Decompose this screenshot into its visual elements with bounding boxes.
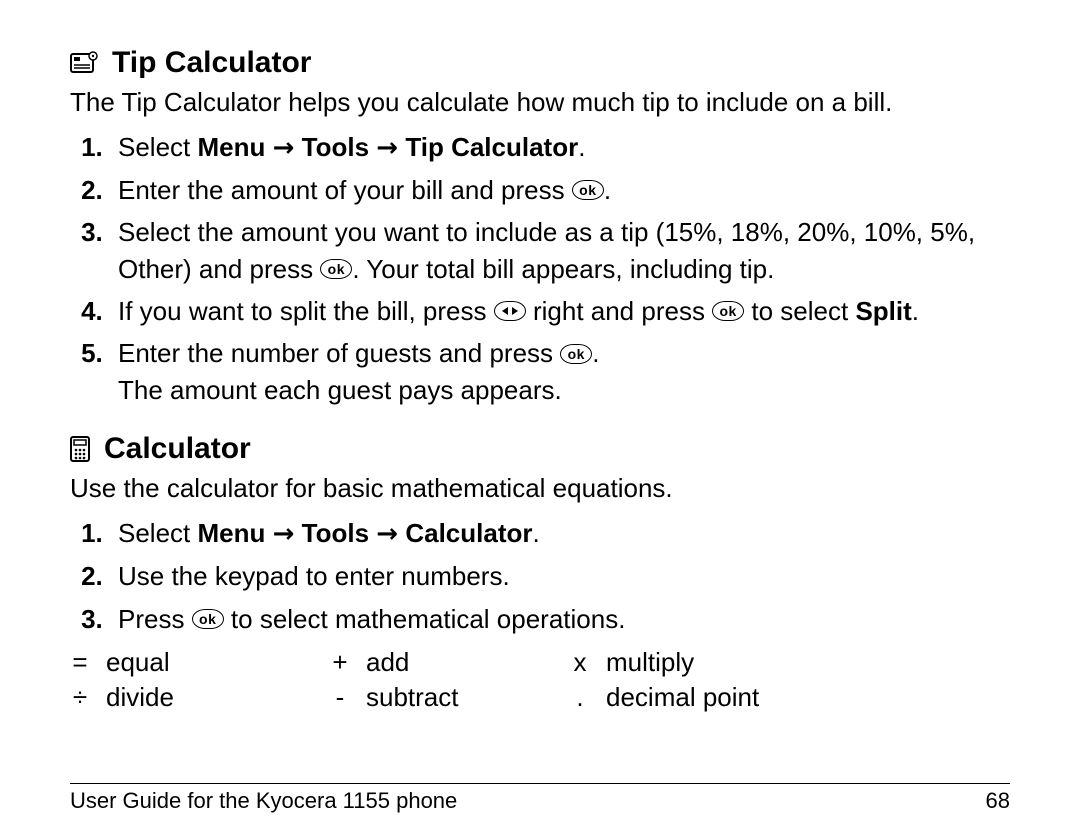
calc-step-3: Press ok to select mathematical operatio… [110,601,1010,637]
tip-calculator-heading: Tip Calculator [70,46,1010,80]
ok-button-icon: ok [192,609,224,629]
tip-step-3: Select the amount you want to include as… [110,214,1010,287]
op-decimal: .decimal point [570,682,759,713]
page-footer: User Guide for the Kyocera 1155 phone 68 [70,783,1010,814]
tip-calculator-title: Tip Calculator [112,46,311,80]
op-add: +add [330,647,570,678]
ok-button-icon: ok [560,344,592,364]
calculator-intro: Use the calculator for basic mathematica… [70,472,1010,505]
calculator-steps: Select Menu → Tools → Calculator. Use th… [70,515,1010,637]
op-divide: ÷divide [70,682,330,713]
calculator-icon [70,436,90,462]
calc-step-1: Select Menu → Tools → Calculator. [110,515,1010,552]
op-equal: =equal [70,647,330,678]
calc-step-2: Use the keypad to enter numbers. [110,558,1010,594]
calculator-title: Calculator [104,432,251,466]
footer-title: User Guide for the Kyocera 1155 phone [70,788,457,814]
calculator-heading: Calculator [70,432,1010,466]
tip-calculator-intro: The Tip Calculator helps you calculate h… [70,86,1010,119]
tip-step-2: Enter the amount of your bill and press … [110,172,1010,208]
tip-step-5: Enter the number of guests and press ok.… [110,335,1010,408]
nav-left-right-icon [494,301,526,321]
ok-button-icon: ok [320,259,352,279]
tip-calculator-steps: Select Menu → Tools → Tip Calculator. En… [70,129,1010,409]
op-subtract: -subtract [330,682,570,713]
tip-step-1: Select Menu → Tools → Tip Calculator. [110,129,1010,166]
ok-button-icon: ok [712,301,744,321]
tip-step-4: If you want to split the bill, press rig… [110,293,1010,329]
ok-button-icon: ok [572,180,604,200]
operations-table: =equal +add xmultiply ÷divide -subtract … [70,647,1010,713]
op-multiply: xmultiply [570,647,694,678]
bill-tip-icon [70,51,98,75]
page-number: 68 [986,788,1010,814]
